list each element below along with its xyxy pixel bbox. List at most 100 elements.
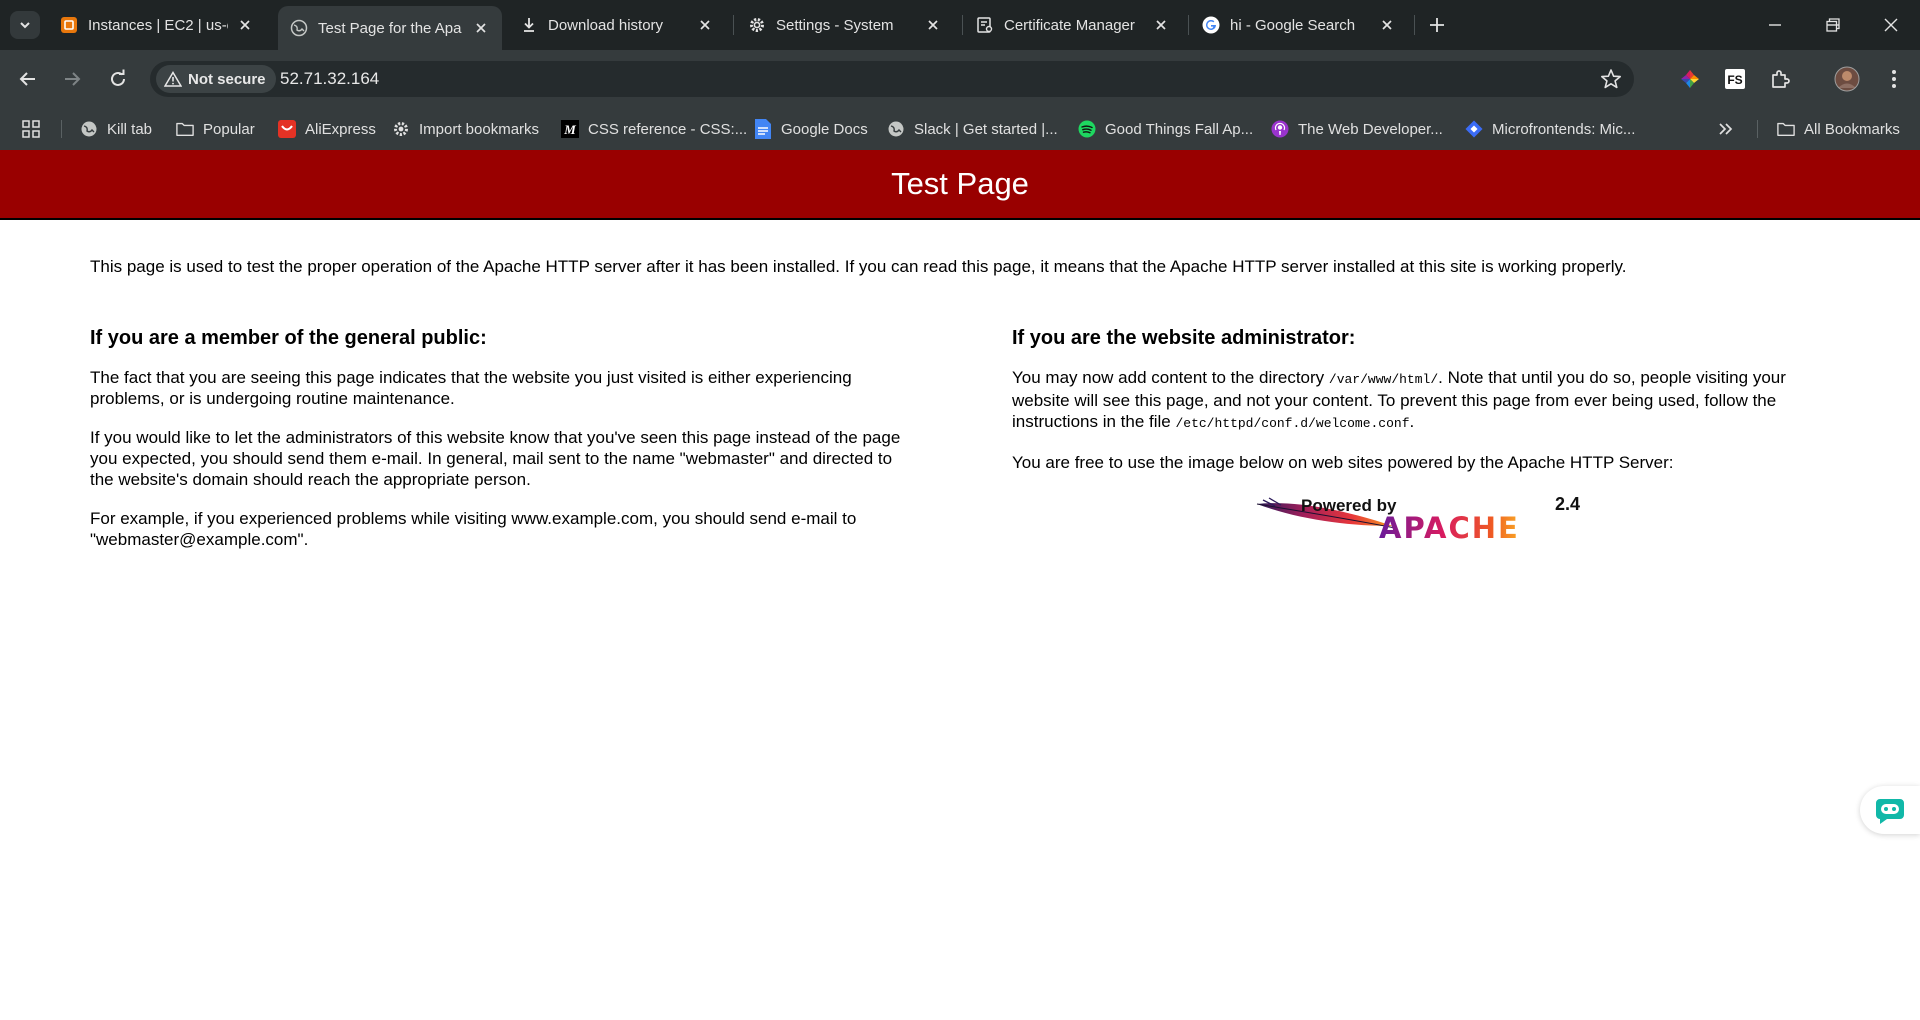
admin-heading: If you are the website administrator: (1012, 327, 1356, 349)
profile-avatar[interactable] (1834, 66, 1860, 92)
close-icon[interactable] (696, 16, 714, 34)
bookmark-folder-popular[interactable]: Popular (176, 119, 255, 139)
close-icon[interactable] (924, 16, 942, 34)
chat-bot-icon (1876, 799, 1904, 824)
tab-settings-system[interactable]: Settings - System (736, 6, 954, 44)
globe-icon (290, 19, 308, 37)
globe-icon (887, 120, 905, 138)
close-icon[interactable] (236, 16, 254, 34)
bookmark-label: Microfrontends: Mic... (1492, 120, 1636, 138)
window-minimize-button[interactable] (1752, 10, 1798, 40)
bookmarks-bar: Kill tab Popular AliExpress Import bookm… (0, 108, 1920, 150)
all-bookmarks-button[interactable]: All Bookmarks (1777, 119, 1900, 139)
menu-button[interactable] (1881, 66, 1907, 92)
bookmark-label: Google Docs (781, 120, 868, 138)
window-restore-button[interactable] (1810, 10, 1856, 40)
avatar (1834, 66, 1860, 92)
bookmark-label: AliExpress (305, 120, 376, 138)
star-icon[interactable] (1600, 68, 1622, 90)
tab-title: Instances | EC2 | us-e (88, 16, 228, 34)
fs-icon: FS (1725, 69, 1745, 89)
tab-strip: Instances | EC2 | us-e Test Page for the… (0, 0, 1920, 50)
svg-text:M: M (563, 122, 576, 137)
bookmark-label: CSS reference - CSS:... (588, 120, 748, 138)
powered-by-apache-logo: Powered by 2.4 APACHE (1256, 494, 1580, 542)
bookmark-label: Import bookmarks (419, 120, 540, 138)
tab-search-button[interactable] (10, 11, 40, 39)
folder-icon (1777, 120, 1795, 138)
tab-title: Test Page for the Apa (318, 19, 462, 37)
address-bar[interactable]: Not secure 52.71.32.164 (150, 61, 1634, 97)
folder-icon (176, 120, 194, 138)
bookmark-label: The Web Developer... (1298, 120, 1443, 138)
bookmark-kill-tab[interactable]: Kill tab (80, 119, 152, 139)
bookmark-label: Good Things Fall Ap... (1105, 120, 1254, 138)
bookmark-web-developer-podcast[interactable]: The Web Developer... (1271, 119, 1443, 139)
google-icon (1202, 16, 1220, 34)
bookmark-microfrontends[interactable]: Microfrontends: Mic... (1465, 119, 1635, 139)
tab-google-search[interactable]: hi - Google Search (1190, 6, 1408, 44)
arrow-left-icon (19, 72, 35, 86)
back-button[interactable] (13, 64, 43, 94)
bookmark-import-bookmarks[interactable]: Import bookmarks (392, 119, 539, 139)
tab-separator (1414, 15, 1415, 35)
tab-title: hi - Google Search (1230, 16, 1356, 34)
admin-paragraph-2: You are free to use the image below on w… (1012, 453, 1674, 472)
color-wheel-icon (1681, 70, 1699, 88)
bookmark-label: Popular (203, 120, 255, 138)
bookmark-spotify[interactable]: Good Things Fall Ap... (1078, 119, 1253, 139)
apps-grid-icon (22, 120, 40, 138)
admin-paragraph-1: You may now add content to the directory… (1012, 367, 1842, 434)
restore-icon (1826, 18, 1840, 32)
bookmarks-overflow-button[interactable] (1718, 119, 1734, 139)
globe-icon (80, 120, 98, 138)
apache-wordmark: APACHE (1379, 511, 1520, 542)
bookmark-css-reference[interactable]: M CSS reference - CSS:... (561, 119, 747, 139)
browser-toolbar: Not secure 52.71.32.164 FS (0, 50, 1920, 108)
certificate-icon (976, 16, 994, 34)
tab-title: Settings - System (776, 16, 894, 34)
tab-download-history[interactable]: Download history (508, 6, 726, 44)
tab-title: Download history (548, 16, 664, 34)
url-text[interactable]: 52.71.32.164 (280, 69, 379, 89)
apps-button[interactable] (22, 119, 40, 139)
gear-icon (748, 16, 766, 34)
close-icon (1884, 18, 1898, 32)
tab-ec2-instances[interactable]: Instances | EC2 | us-e (48, 6, 266, 44)
fs-extension-button[interactable]: FS (1722, 66, 1748, 92)
minimize-icon (1769, 24, 1781, 26)
tab-apache-test-page[interactable]: Test Page for the Apa (278, 6, 502, 50)
spotify-icon (1078, 120, 1096, 138)
forward-button[interactable] (57, 64, 87, 94)
new-tab-button[interactable] (1424, 12, 1450, 38)
bookmark-label: Slack | Get started |... (914, 120, 1058, 138)
chat-widget-button[interactable] (1860, 786, 1920, 834)
podcast-icon (1271, 120, 1289, 138)
color-extension-button[interactable] (1677, 66, 1703, 92)
close-icon[interactable] (1378, 16, 1396, 34)
bookmark-google-docs[interactable]: Google Docs (754, 119, 868, 139)
docroot-path: /var/www/html/ (1328, 372, 1439, 387)
mdn-icon: M (561, 120, 579, 138)
extensions-button[interactable] (1767, 66, 1793, 92)
bookmark-aliexpress[interactable]: AliExpress (278, 119, 376, 139)
arrow-right-icon (65, 72, 81, 86)
security-chip[interactable]: Not secure (156, 65, 276, 93)
more-vertical-icon (1892, 70, 1896, 88)
bookmark-slack[interactable]: Slack | Get started |... (887, 119, 1058, 139)
page-banner: Test Page (0, 150, 1920, 220)
security-label: Not secure (188, 70, 266, 88)
double-chevron-right-icon (1719, 123, 1733, 135)
intro-paragraph: This page is used to test the proper ope… (90, 257, 1627, 276)
warning-icon (164, 71, 182, 87)
reload-button[interactable] (103, 64, 133, 94)
download-icon (520, 16, 538, 34)
close-icon[interactable] (1152, 16, 1170, 34)
close-icon[interactable] (472, 19, 490, 37)
admin-section: If you are the website administrator: Yo… (1012, 328, 1842, 491)
tab-separator (1188, 15, 1189, 35)
tab-title: Certificate Manager (1004, 16, 1135, 34)
tab-certificate-manager[interactable]: Certificate Manager (964, 6, 1182, 44)
public-paragraph-3: For example, if you experienced problems… (90, 509, 857, 549)
window-close-button[interactable] (1868, 10, 1914, 40)
